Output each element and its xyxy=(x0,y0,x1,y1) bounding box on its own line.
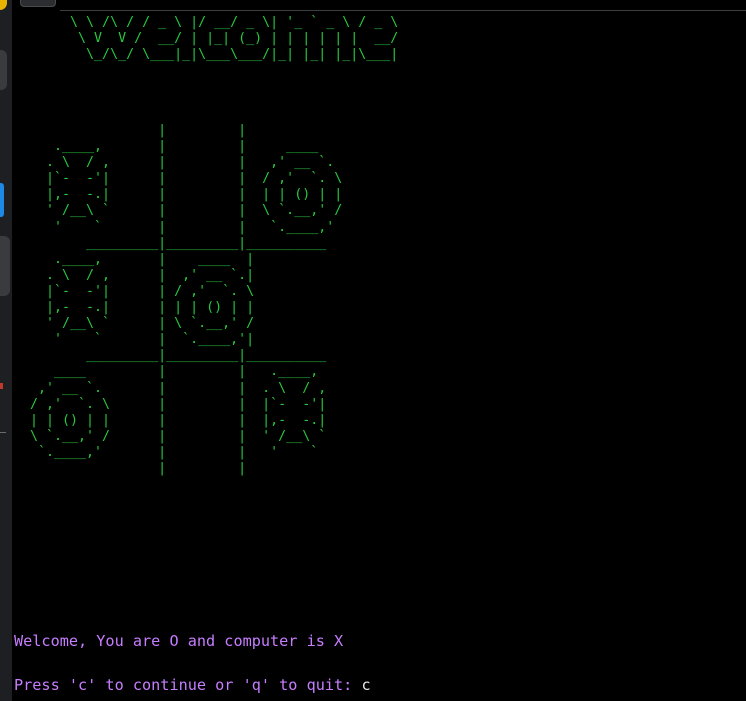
prompt-input[interactable]: c xyxy=(361,676,370,694)
board-line: .____, | ____ | xyxy=(14,251,255,267)
board-line: ,' __ `. | | . \ / , xyxy=(14,380,327,396)
board-line: _________|_________|__________ xyxy=(14,235,327,251)
board-line: \ `.__,' / | | ' /__\ ` xyxy=(14,428,327,444)
board-line: ____ | | .____, xyxy=(14,364,319,380)
board-line: |,- -.| | | | () | | xyxy=(14,300,255,316)
continue-prompt[interactable]: Press 'c' to continue or 'q' to quit: c xyxy=(14,675,371,695)
board-line: | | () | | | | |,- -.| xyxy=(14,412,327,428)
banner-line: \ V V / __/ | |_| (_) | | | | | | __/ xyxy=(14,31,399,47)
board-line: |`- -'| | | / ,' `. \ xyxy=(14,171,343,187)
board-line: / ,' `. \ | | |`- -'| xyxy=(14,396,327,412)
gutter-marker-icon xyxy=(0,0,7,10)
terminal-window[interactable]: \ \ /\ / / _ \ |/ __/ _ \| '_ ` _ \ / _ … xyxy=(0,0,746,701)
board-line: |,- -.| | | | | () | | xyxy=(14,187,343,203)
board-line: ' ` | `.____,'| xyxy=(14,332,255,348)
board-line: .____, | | ____ xyxy=(14,139,319,155)
board-line: | | xyxy=(14,460,247,476)
editor-gutter xyxy=(0,0,12,701)
tab-stub[interactable] xyxy=(20,0,56,7)
banner-line: \ \ /\ / / _ \ |/ __/ _ \| '_ ` _ \ / _ … xyxy=(14,15,399,30)
top-divider xyxy=(60,10,746,11)
board-line: . \ / , | ,' __ `.| xyxy=(14,267,255,283)
board-line: `.____,' | | ' ` xyxy=(14,444,319,460)
welcome-ascii-banner: \ \ /\ / / _ \ |/ __/ _ \| '_ ` _ \ / _ … xyxy=(14,15,398,63)
tic-tac-toe-board: | | .____, | | ____ . \ / , | | ,' __ `.… xyxy=(14,123,342,477)
board-line: |`- -'| | / ,' `. \ xyxy=(14,283,255,299)
gutter-marker-icon xyxy=(0,183,4,217)
gutter-marker-icon xyxy=(0,432,6,433)
board-line: . \ / , | | ,' __ `. xyxy=(14,155,335,171)
gutter-marker-icon xyxy=(0,383,3,389)
board-line: ' ` | | `.____,' xyxy=(14,219,335,235)
gutter-marker-icon xyxy=(0,50,7,90)
board-line: _________|_________|__________ xyxy=(14,348,327,364)
gutter-marker-icon xyxy=(0,236,10,296)
prompt-text: Press 'c' to continue or 'q' to quit: xyxy=(14,676,362,694)
banner-line: \_/\_/ \___|_|\___\___/|_| |_| |_|\___| xyxy=(14,47,399,63)
board-line: ' /__\ ` | \ `.__,' / xyxy=(14,316,255,332)
board-line: ' /__\ ` | | \ `.__,' / xyxy=(14,203,343,219)
welcome-message: Welcome, You are O and computer is X xyxy=(14,632,344,650)
board-line: | | xyxy=(14,123,247,138)
